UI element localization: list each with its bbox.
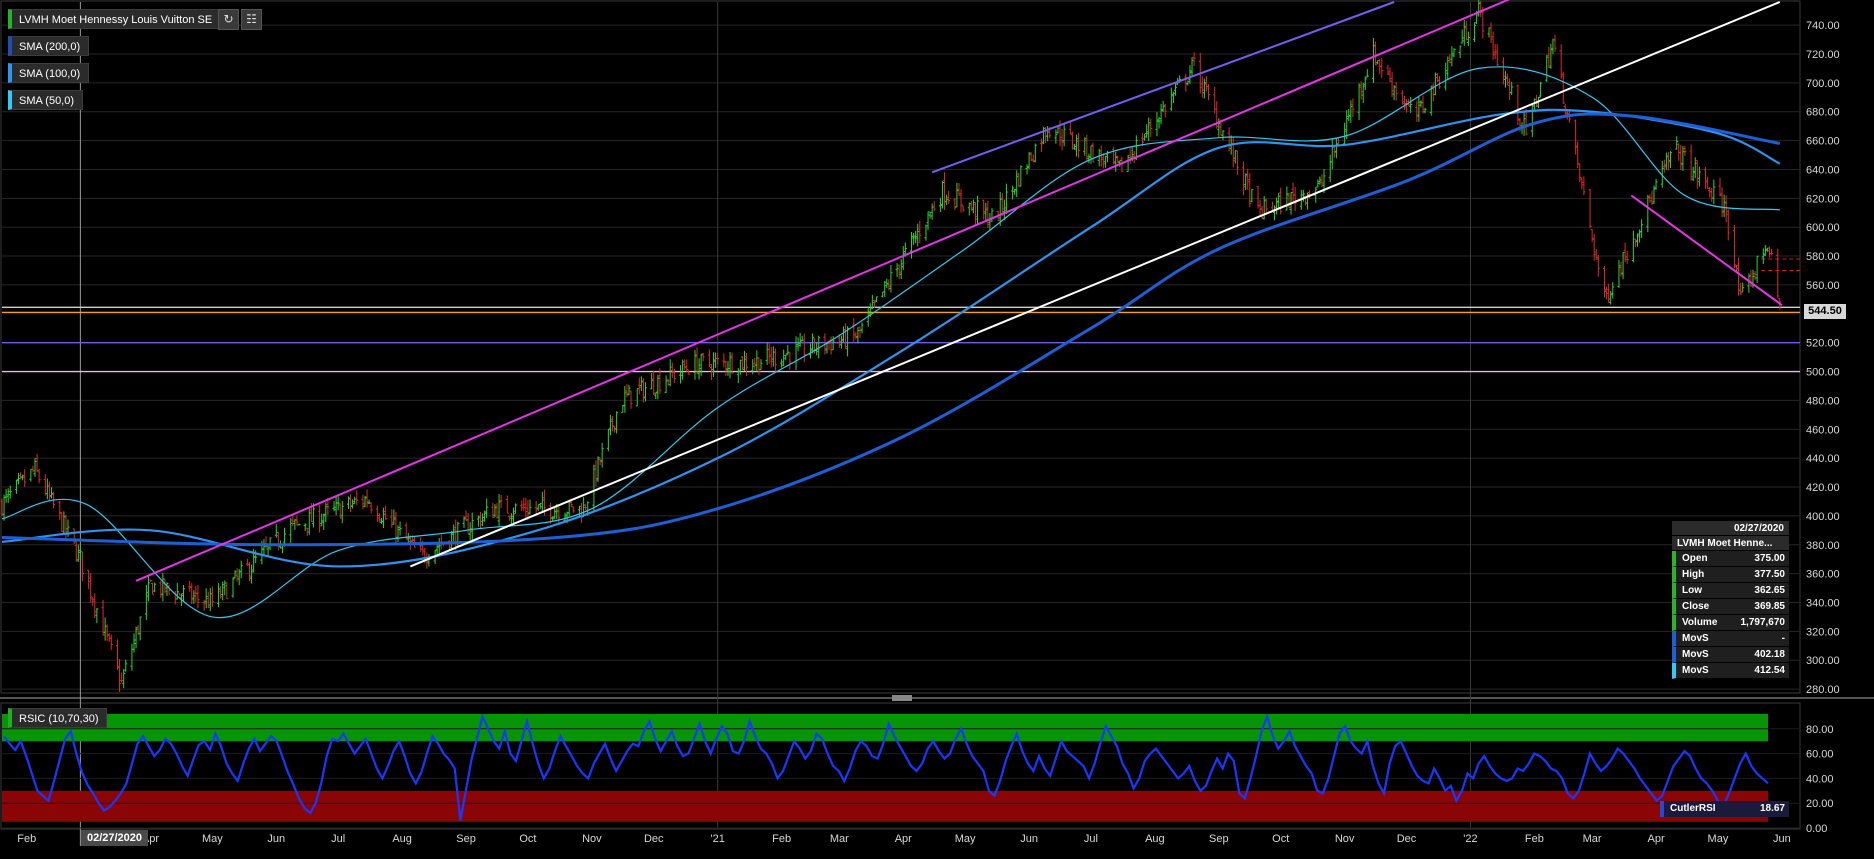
price-tick-label: 620.00 bbox=[1806, 193, 1840, 205]
x-tick-label: Apr bbox=[1648, 833, 1665, 845]
price-tick-label: 380.00 bbox=[1806, 540, 1840, 552]
x-tick-label: Jun bbox=[1020, 833, 1038, 845]
candles-group bbox=[0, 0, 1782, 692]
x-tick-label: Nov bbox=[582, 833, 602, 845]
indicator-sma-50[interactable]: SMA (50,0) bbox=[8, 90, 84, 110]
sma-100-line bbox=[1, 108, 1781, 568]
x-tick-label: Mar bbox=[1583, 833, 1602, 845]
data-row-sma-200: MovS - bbox=[1672, 631, 1789, 647]
price-tick-label: 440.00 bbox=[1806, 453, 1840, 465]
x-tick-label: Dec bbox=[1397, 833, 1417, 845]
price-chart[interactable]: 280.00 300.00 320.00 340.00 360.00 380.00 400.… bbox=[0, 0, 1874, 854]
chart-settings-icon[interactable]: ☷ bbox=[241, 9, 262, 30]
crosshair-date-label: 02/27/2020 bbox=[81, 830, 148, 846]
price-tick-label: 320.00 bbox=[1806, 626, 1840, 638]
x-tick-label: Oct bbox=[519, 833, 536, 845]
magenta-channel-lower-line bbox=[1630, 194, 1783, 306]
indicator-sma-200[interactable]: SMA (200,0) bbox=[8, 36, 90, 56]
x-tick-label: Jul bbox=[1084, 833, 1098, 845]
x-tick-label: Sep bbox=[1209, 833, 1229, 845]
x-tick-label: Feb bbox=[772, 833, 791, 845]
data-row-sma-100: MovS 402.18 bbox=[1672, 647, 1789, 663]
price-tick-label: 300.00 bbox=[1806, 655, 1840, 667]
price-tick-label: 500.00 bbox=[1806, 367, 1840, 379]
price-tick-label: 580.00 bbox=[1806, 251, 1840, 263]
rsi-tick-label: 0.00 bbox=[1806, 823, 1827, 835]
x-tick-label: Mar bbox=[830, 833, 849, 845]
cutler-rsi-value: CutlerRSI 18.67 bbox=[1660, 801, 1789, 817]
price-tick-label: 340.00 bbox=[1806, 598, 1840, 610]
x-tick-label: '21 bbox=[710, 833, 724, 845]
data-window-date: 02/27/2020 bbox=[1672, 521, 1789, 536]
x-tick-label: Sep bbox=[456, 833, 476, 845]
price-tick-label: 420.00 bbox=[1806, 482, 1840, 494]
data-row-close: Close 369.85 bbox=[1672, 599, 1789, 615]
price-tick-label: 560.00 bbox=[1806, 280, 1840, 292]
data-row-open: Open 375.00 bbox=[1672, 551, 1789, 567]
x-tick-label: Aug bbox=[1145, 833, 1165, 845]
price-tick-label: 640.00 bbox=[1806, 164, 1840, 176]
x-tick-label: Apr bbox=[895, 833, 912, 845]
x-tick-label: Oct bbox=[1272, 833, 1289, 845]
price-tick-label: 600.00 bbox=[1806, 222, 1840, 234]
x-tick-label: Jul bbox=[331, 833, 345, 845]
current-price-label: 544.50 bbox=[1804, 304, 1846, 319]
data-row-high: High 377.50 bbox=[1672, 567, 1789, 583]
x-tick-label: Dec bbox=[644, 833, 664, 845]
x-tick-label: May bbox=[955, 833, 976, 845]
price-tick-label: 360.00 bbox=[1806, 569, 1840, 581]
rsi-indicator-label[interactable]: RSIC (10,70,30) bbox=[8, 708, 108, 728]
price-tick-label: 520.00 bbox=[1806, 338, 1840, 350]
x-tick-label: May bbox=[1708, 833, 1729, 845]
data-row-volume: Volume 1,797,670 bbox=[1672, 615, 1789, 631]
sma-200-line bbox=[1, 112, 1781, 547]
refresh-icon[interactable]: ↻ bbox=[218, 9, 239, 30]
price-tick-label: 400.00 bbox=[1806, 511, 1840, 523]
white-trend-line bbox=[409, 1, 1781, 568]
chart-stage: 280.00 300.00 320.00 340.00 360.00 380.00 400.… bbox=[0, 0, 1874, 854]
price-tick-label: 740.00 bbox=[1806, 20, 1840, 32]
chart-title[interactable]: LVMH Moet Hennessy Louis Vuitton SE bbox=[8, 9, 222, 29]
price-tick-label: 460.00 bbox=[1806, 424, 1840, 436]
price-tick-label: 680.00 bbox=[1806, 107, 1840, 119]
price-tick-label: 660.00 bbox=[1806, 136, 1840, 148]
x-tick-label: May bbox=[202, 833, 223, 845]
rsi-tick-label: 80.00 bbox=[1806, 724, 1834, 736]
price-tick-label: 700.00 bbox=[1806, 78, 1840, 90]
pane-splitter-handle[interactable] bbox=[892, 695, 912, 701]
data-row-sma-50: MovS 412.54 bbox=[1672, 663, 1789, 679]
indicator-sma-100[interactable]: SMA (100,0) bbox=[8, 63, 90, 83]
price-tick-label: 280.00 bbox=[1806, 684, 1840, 696]
x-tick-label: Nov bbox=[1335, 833, 1355, 845]
x-tick-label: Feb bbox=[1525, 833, 1544, 845]
data-window-name: LVMH Moet Henne... bbox=[1672, 536, 1789, 551]
price-tick-label: 720.00 bbox=[1806, 49, 1840, 61]
x-tick-label: Jun bbox=[267, 833, 285, 845]
x-tick-label: Feb bbox=[17, 833, 36, 845]
rsi-tick-label: 20.00 bbox=[1806, 798, 1834, 810]
x-tick-label: '22 bbox=[1463, 833, 1477, 845]
price-tick-label: 480.00 bbox=[1806, 395, 1840, 407]
x-tick-label: Jun bbox=[1773, 833, 1791, 845]
rsi-tick-label: 40.00 bbox=[1806, 773, 1834, 785]
data-row-low: Low 362.65 bbox=[1672, 583, 1789, 599]
rsi-oversold-band bbox=[2, 790, 1768, 822]
magenta-channel-upper-line bbox=[135, 0, 1511, 582]
x-tick-label: Aug bbox=[392, 833, 412, 845]
data-window: 02/27/2020 LVMH Moet Henne... Open 375.00… bbox=[1672, 521, 1789, 679]
rsi-tick-label: 60.00 bbox=[1806, 749, 1834, 761]
